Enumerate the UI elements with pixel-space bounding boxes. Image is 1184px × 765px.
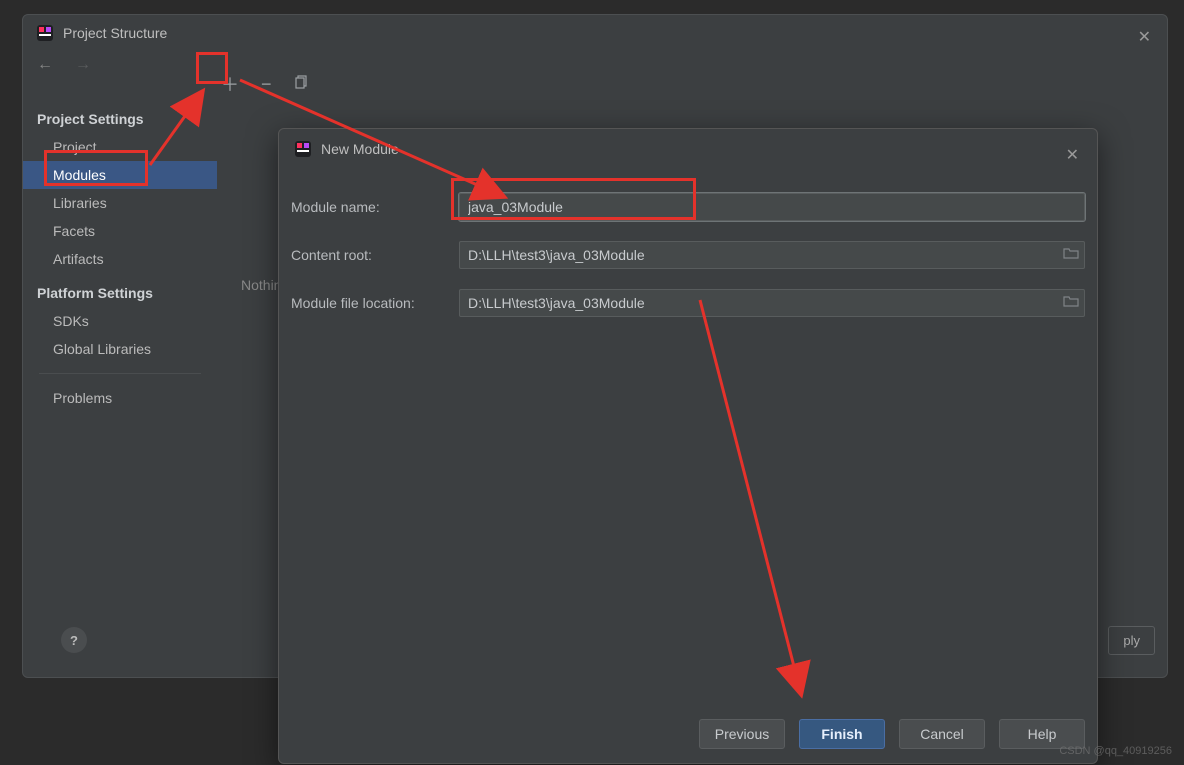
forward-arrow-icon: → [71, 54, 95, 76]
sidebar: Project Settings Project Modules Librari… [23, 107, 217, 412]
sidebar-item-modules[interactable]: Modules [23, 161, 217, 189]
previous-button[interactable]: Previous [699, 719, 785, 749]
sidebar-divider [39, 373, 201, 374]
content-placeholder-text: Nothin [241, 277, 281, 293]
watermark: CSDN @qq_40919256 [1059, 745, 1172, 757]
copy-icon[interactable] [290, 72, 314, 97]
new-module-title: New Module [321, 141, 399, 157]
sidebar-item-sdks[interactable]: SDKs [23, 307, 217, 335]
new-module-form: Module name: Content root: Module file l… [279, 169, 1097, 317]
sidebar-item-libraries[interactable]: Libraries [23, 189, 217, 217]
apply-button[interactable]: ply [1108, 626, 1155, 655]
finish-button[interactable]: Finish [799, 719, 885, 749]
back-arrow-icon[interactable]: ← [33, 54, 57, 76]
sidebar-item-global-libraries[interactable]: Global Libraries [23, 335, 217, 363]
project-structure-title: Project Structure [63, 25, 167, 41]
cancel-button[interactable]: Cancel [899, 719, 985, 749]
close-icon[interactable]: ✕ [1134, 23, 1155, 51]
module-file-location-input[interactable] [459, 289, 1085, 317]
remove-icon[interactable]: − [257, 72, 276, 97]
new-module-titlebar: New Module [279, 129, 1097, 169]
label-module-name: Module name: [291, 199, 459, 215]
folder-icon[interactable] [1063, 293, 1079, 312]
sidebar-item-project[interactable]: Project [23, 133, 217, 161]
label-content-root: Content root: [291, 247, 459, 263]
folder-icon[interactable] [1063, 245, 1079, 264]
module-toolbar: ＋ − [217, 69, 314, 99]
row-module-file-location: Module file location: [291, 289, 1085, 317]
module-name-input[interactable] [459, 193, 1085, 221]
sidebar-heading-project-settings: Project Settings [23, 107, 217, 133]
sidebar-item-facets[interactable]: Facets [23, 217, 217, 245]
new-module-dialog: New Module ✕ Module name: Content root: … [278, 128, 1098, 764]
intellij-icon [295, 141, 311, 157]
content-root-input[interactable] [459, 241, 1085, 269]
close-icon[interactable]: ✕ [1062, 141, 1083, 169]
new-module-footer: Previous Finish Cancel Help [699, 719, 1085, 749]
row-content-root: Content root: [291, 241, 1085, 269]
add-icon[interactable]: ＋ [217, 69, 243, 99]
nav-bar: ← → [23, 51, 1167, 83]
sidebar-heading-platform-settings: Platform Settings [23, 281, 217, 307]
help-button[interactable]: ? [61, 627, 87, 653]
sidebar-item-artifacts[interactable]: Artifacts [23, 245, 217, 273]
row-module-name: Module name: [291, 193, 1085, 221]
sidebar-item-problems[interactable]: Problems [23, 384, 217, 412]
project-structure-titlebar: Project Structure [23, 15, 1167, 51]
intellij-icon [37, 25, 53, 41]
label-module-file-location: Module file location: [291, 295, 459, 311]
